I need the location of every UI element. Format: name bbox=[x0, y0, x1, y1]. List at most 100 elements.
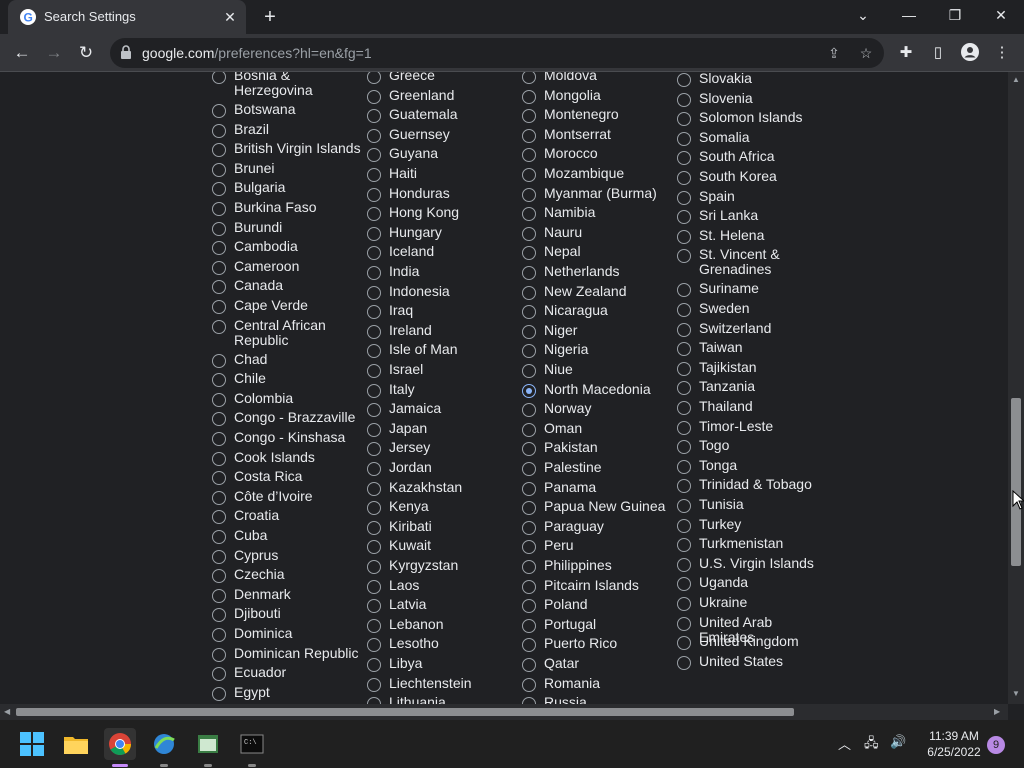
region-radio[interactable] bbox=[677, 479, 691, 494]
region-option[interactable]: Russia bbox=[522, 695, 676, 704]
region-option[interactable]: South Korea bbox=[677, 169, 831, 185]
region-radio[interactable] bbox=[677, 459, 691, 474]
region-radio[interactable] bbox=[212, 471, 226, 486]
region-radio[interactable] bbox=[367, 89, 381, 104]
tab-close-icon[interactable]: ✕ bbox=[220, 7, 240, 27]
region-option[interactable]: Chad bbox=[212, 351, 366, 368]
region-option[interactable]: U.S. Virgin Islands bbox=[677, 555, 831, 572]
region-radio[interactable] bbox=[522, 72, 536, 84]
region-option[interactable]: Kenya bbox=[367, 499, 521, 516]
region-radio[interactable] bbox=[677, 342, 691, 357]
region-option[interactable]: Uganda bbox=[677, 575, 831, 592]
region-option[interactable]: Congo - Brazzaville bbox=[212, 410, 366, 427]
region-option[interactable]: Montenegro bbox=[522, 107, 676, 124]
region-radio[interactable] bbox=[522, 697, 536, 704]
region-option[interactable]: Jersey bbox=[367, 440, 521, 457]
region-option[interactable]: Paraguay bbox=[522, 518, 676, 535]
region-option[interactable]: Iraq bbox=[367, 303, 521, 320]
region-option[interactable]: Haiti bbox=[367, 166, 521, 182]
region-option[interactable]: Switzerland bbox=[677, 320, 831, 337]
region-option[interactable]: South Africa bbox=[677, 149, 831, 166]
region-radio[interactable] bbox=[677, 229, 691, 244]
region-option[interactable]: Panama bbox=[522, 479, 676, 496]
region-option[interactable]: India bbox=[367, 264, 521, 280]
region-option[interactable]: Oman bbox=[522, 420, 676, 437]
region-radio[interactable] bbox=[677, 361, 691, 376]
chrome-icon[interactable] bbox=[104, 728, 136, 760]
region-option[interactable]: Cook Islands bbox=[212, 449, 366, 466]
region-radio[interactable] bbox=[212, 451, 226, 466]
region-radio[interactable] bbox=[367, 364, 381, 378]
region-radio[interactable] bbox=[212, 241, 226, 256]
region-option[interactable]: Central African Republic bbox=[212, 317, 366, 348]
region-radio[interactable] bbox=[367, 560, 381, 574]
region-option[interactable]: Papua New Guinea bbox=[522, 499, 676, 516]
tray-overflow-chevron-icon[interactable]: ︿ bbox=[838, 734, 851, 753]
region-radio[interactable] bbox=[212, 412, 226, 427]
region-option[interactable]: Romania bbox=[522, 675, 676, 692]
region-option[interactable]: Bulgaria bbox=[212, 180, 366, 197]
region-radio[interactable] bbox=[212, 72, 226, 84]
region-radio[interactable] bbox=[367, 207, 381, 222]
region-radio[interactable] bbox=[677, 577, 691, 592]
bookmark-star-icon[interactable]: ☆ bbox=[856, 43, 876, 63]
region-option[interactable]: Nauru bbox=[522, 224, 676, 241]
app-window-icon[interactable] bbox=[192, 728, 224, 760]
menu-kebab-icon[interactable]: ⋮ bbox=[992, 43, 1012, 63]
region-option[interactable]: Denmark bbox=[212, 586, 366, 603]
region-option[interactable]: Costa Rica bbox=[212, 469, 366, 486]
region-option[interactable]: Honduras bbox=[367, 185, 521, 202]
region-option[interactable]: Tajikistan bbox=[677, 359, 831, 376]
horizontal-scroll-thumb[interactable] bbox=[16, 708, 794, 716]
region-option[interactable]: Guernsey bbox=[367, 126, 521, 143]
region-option[interactable]: Japan bbox=[367, 420, 521, 437]
region-option[interactable]: Dominica bbox=[212, 626, 366, 642]
region-radio[interactable] bbox=[522, 305, 536, 320]
address-bar[interactable]: google.com/preferences?hl=en&fg=1 ⇪ ☆ bbox=[110, 38, 884, 68]
region-option[interactable]: United States bbox=[677, 653, 831, 670]
region-option[interactable]: Moldova bbox=[522, 72, 676, 84]
region-option[interactable]: Mozambique bbox=[522, 166, 676, 182]
region-radio[interactable] bbox=[677, 210, 691, 225]
region-radio[interactable] bbox=[212, 319, 226, 334]
region-radio[interactable] bbox=[212, 221, 226, 236]
region-radio[interactable] bbox=[212, 202, 226, 216]
region-option[interactable]: Laos bbox=[367, 577, 521, 594]
side-panel-icon[interactable]: ▯ bbox=[928, 43, 948, 63]
region-option[interactable]: Latvia bbox=[367, 597, 521, 614]
region-radio[interactable] bbox=[367, 618, 381, 633]
region-option[interactable]: Tanzania bbox=[677, 379, 831, 396]
region-option[interactable]: Namibia bbox=[522, 205, 676, 222]
region-option[interactable]: Norway bbox=[522, 401, 676, 418]
region-radio[interactable] bbox=[522, 638, 536, 653]
region-radio[interactable] bbox=[212, 104, 226, 118]
region-radio[interactable] bbox=[522, 168, 536, 182]
region-radio[interactable] bbox=[677, 151, 691, 166]
region-option[interactable]: Israel bbox=[367, 362, 521, 378]
region-option[interactable]: Togo bbox=[677, 438, 831, 455]
region-option[interactable]: Philippines bbox=[522, 558, 676, 574]
region-radio[interactable] bbox=[522, 540, 536, 555]
scroll-up-icon[interactable]: ▲ bbox=[1012, 76, 1020, 84]
region-option[interactable]: Niger bbox=[522, 322, 676, 339]
region-radio[interactable] bbox=[522, 128, 536, 143]
region-option[interactable]: Egypt bbox=[212, 684, 366, 701]
region-option[interactable]: St. Vincent & Grenadines bbox=[677, 247, 831, 277]
region-option[interactable]: Tunisia bbox=[677, 497, 831, 513]
region-radio[interactable] bbox=[367, 599, 381, 614]
region-radio[interactable] bbox=[367, 285, 381, 300]
clock-time[interactable]: 11:39 AM bbox=[922, 729, 986, 743]
lock-icon[interactable] bbox=[120, 45, 132, 64]
region-option[interactable]: Netherlands bbox=[522, 264, 676, 280]
region-option[interactable]: Burkina Faso bbox=[212, 200, 366, 216]
region-radio[interactable] bbox=[677, 538, 691, 553]
region-radio[interactable] bbox=[522, 442, 536, 457]
tab-search-chevron-icon[interactable]: ⌄ bbox=[840, 0, 886, 32]
region-radio[interactable] bbox=[212, 549, 226, 564]
region-radio[interactable] bbox=[677, 655, 691, 670]
region-option[interactable]: Isle of Man bbox=[367, 342, 521, 359]
region-radio[interactable] bbox=[367, 540, 381, 555]
region-radio[interactable] bbox=[522, 481, 536, 496]
region-radio[interactable] bbox=[212, 510, 226, 525]
region-radio[interactable] bbox=[677, 171, 691, 185]
